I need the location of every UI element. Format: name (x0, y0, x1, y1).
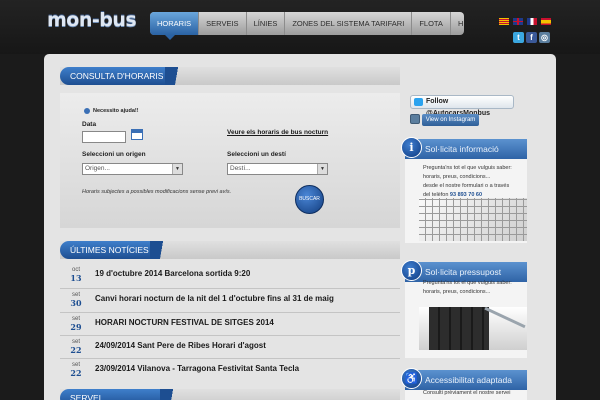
budget-line: horaris, preus, condicions... (423, 289, 491, 295)
site-header: mon-bus HORARIS SERVEIS LÍNIES ZONES DEL… (0, 0, 600, 54)
news-title[interactable]: Canvi horari nocturn de la nit del 1 d'o… (95, 294, 334, 303)
destination-select[interactable]: Destí... ▼ (227, 163, 328, 175)
site-logo[interactable]: mon-bus (47, 9, 137, 31)
news-item[interactable]: set 29 HORARI NOCTURN FESTIVAL DE SITGES… (60, 314, 400, 337)
calculator-image (419, 307, 527, 350)
active-nav-pointer (165, 35, 175, 40)
news-divider (60, 288, 400, 289)
news-date: oct 13 (64, 267, 88, 283)
servei-section-title: SERVEI DISCRECIONAL (60, 389, 186, 400)
budget-line: Pregunta'ns tot el que vulguis saber: (423, 280, 512, 286)
news-day: 30 (70, 298, 82, 308)
info-card-title[interactable]: Sol·licita informació (405, 139, 527, 159)
main-nav: HORARIS SERVEIS LÍNIES ZONES DEL SISTEMA… (150, 12, 464, 35)
nav-item-zones[interactable]: ZONES DEL SISTEMA TARIFARI (285, 12, 413, 35)
news-item[interactable]: set 22 24/09/2014 Sant Pere de Ribes Hor… (60, 337, 400, 360)
date-input[interactable] (82, 131, 126, 143)
help-link[interactable]: Necessito ajuda!! (84, 108, 139, 114)
instagram-icon[interactable] (410, 114, 420, 124)
instagram-icon[interactable]: ◎ (539, 32, 550, 43)
nav-item-linies[interactable]: LÍNIES (247, 12, 286, 35)
news-date: set 22 (64, 339, 88, 355)
nav-item-historia[interactable]: HISTÒRIA (451, 12, 464, 35)
news-title[interactable]: HORARI NOCTURN FESTIVAL DE SITGES 2014 (95, 318, 274, 327)
budget-card-text: Pregunta'ns tot el que vulguis saber: ho… (423, 279, 523, 297)
news-day: 22 (70, 345, 82, 355)
uk-flag-icon[interactable] (513, 18, 523, 25)
facebook-icon[interactable]: f (526, 32, 537, 43)
news-section-title: ÚLTIMES NOTÍCIES (60, 241, 176, 259)
nav-item-serveis[interactable]: SERVEIS (199, 12, 247, 35)
accessibility-card[interactable]: Accessibilitat adaptada ♿ Consulti prèvi… (401, 368, 527, 400)
date-label: Data (82, 121, 97, 128)
night-bus-link[interactable]: Veure els horaris de bus nocturn (227, 129, 328, 136)
nav-item-flota[interactable]: FLOTA (412, 12, 451, 35)
info-line: Pregunta'ns tot el que vulguis saber: (423, 165, 512, 171)
wheelchair-icon: ♿ (401, 368, 422, 389)
news-day: 29 (70, 322, 82, 332)
origin-value: Origen... (85, 165, 110, 172)
origin-label: Seleccioni un origen (82, 151, 146, 158)
chevron-down-icon: ▼ (317, 164, 327, 174)
pen-shape (484, 307, 526, 329)
news-title[interactable]: 23/09/2014 Vilanova - Tarragona Festivit… (95, 364, 299, 373)
info-line: desde el nostre formulari o a través (423, 183, 510, 189)
help-text: Necessito ajuda!! (93, 108, 139, 114)
schedule-note: Horaris subjectes a possibles modificaci… (82, 189, 232, 195)
twitter-follow-button[interactable]: Follow @AutocarsMonbus (410, 95, 514, 117)
search-button[interactable]: BUSCAR (295, 185, 324, 214)
news-item[interactable]: set 22 23/09/2014 Vilanova - Tarragona F… (60, 360, 400, 383)
info-card-text: Pregunta'ns tot el que vulguis saber: ho… (423, 164, 523, 200)
news-date: set 29 (64, 316, 88, 332)
origin-select[interactable]: Origen... ▼ (82, 163, 183, 175)
news-divider (60, 312, 400, 313)
info-card[interactable]: Sol·licita informació i Pregunta'ns tot … (401, 137, 527, 243)
news-date: set 22 (64, 362, 88, 378)
news-day: 22 (70, 368, 82, 378)
chevron-down-icon: ▼ (172, 164, 182, 174)
instagram-button[interactable]: View on Instagram (422, 114, 479, 126)
news-title[interactable]: 24/09/2014 Sant Pere de Ribes Horari d'a… (95, 341, 266, 350)
help-icon (84, 108, 90, 114)
social-links: t f ◎ (513, 32, 550, 43)
language-selector (499, 18, 551, 25)
keyboard-image (419, 198, 527, 241)
destination-label: Seleccioni un destí (227, 151, 286, 158)
news-day: 13 (70, 273, 82, 283)
news-date: set 30 (64, 292, 88, 308)
calendar-icon[interactable] (131, 129, 143, 140)
spain-flag-icon[interactable] (541, 18, 551, 25)
info-icon: i (401, 137, 422, 158)
news-item[interactable]: oct 13 19 d'octubre 2014 Barcelona sorti… (60, 265, 400, 288)
destination-value: Destí... (230, 165, 251, 172)
catalan-flag-icon[interactable] (499, 18, 509, 25)
info-line: horaris, preus, condicions... (423, 174, 491, 180)
news-divider (60, 335, 400, 336)
news-item[interactable]: set 30 Canvi horari nocturn de la nit de… (60, 290, 400, 313)
news-divider (60, 358, 400, 359)
france-flag-icon[interactable] (527, 18, 537, 25)
accessibility-card-text: Consulti prèviament el nostre servei (423, 389, 523, 398)
accessibility-line: Consulti prèviament el nostre servei (423, 390, 511, 396)
twitter-bird-icon (414, 98, 423, 106)
twitter-icon[interactable]: t (513, 32, 524, 43)
nav-item-horaris[interactable]: HORARIS (150, 12, 200, 35)
budget-icon: p (401, 260, 422, 281)
accessibility-card-title[interactable]: Accessibilitat adaptada (405, 370, 527, 390)
news-title[interactable]: 19 d'octubre 2014 Barcelona sortida 9:20 (95, 269, 250, 278)
budget-card[interactable]: Sol·licita pressupost p Pregunta'ns tot … (401, 260, 527, 358)
consulta-section-title: CONSULTA D'HORARIS (60, 67, 191, 85)
